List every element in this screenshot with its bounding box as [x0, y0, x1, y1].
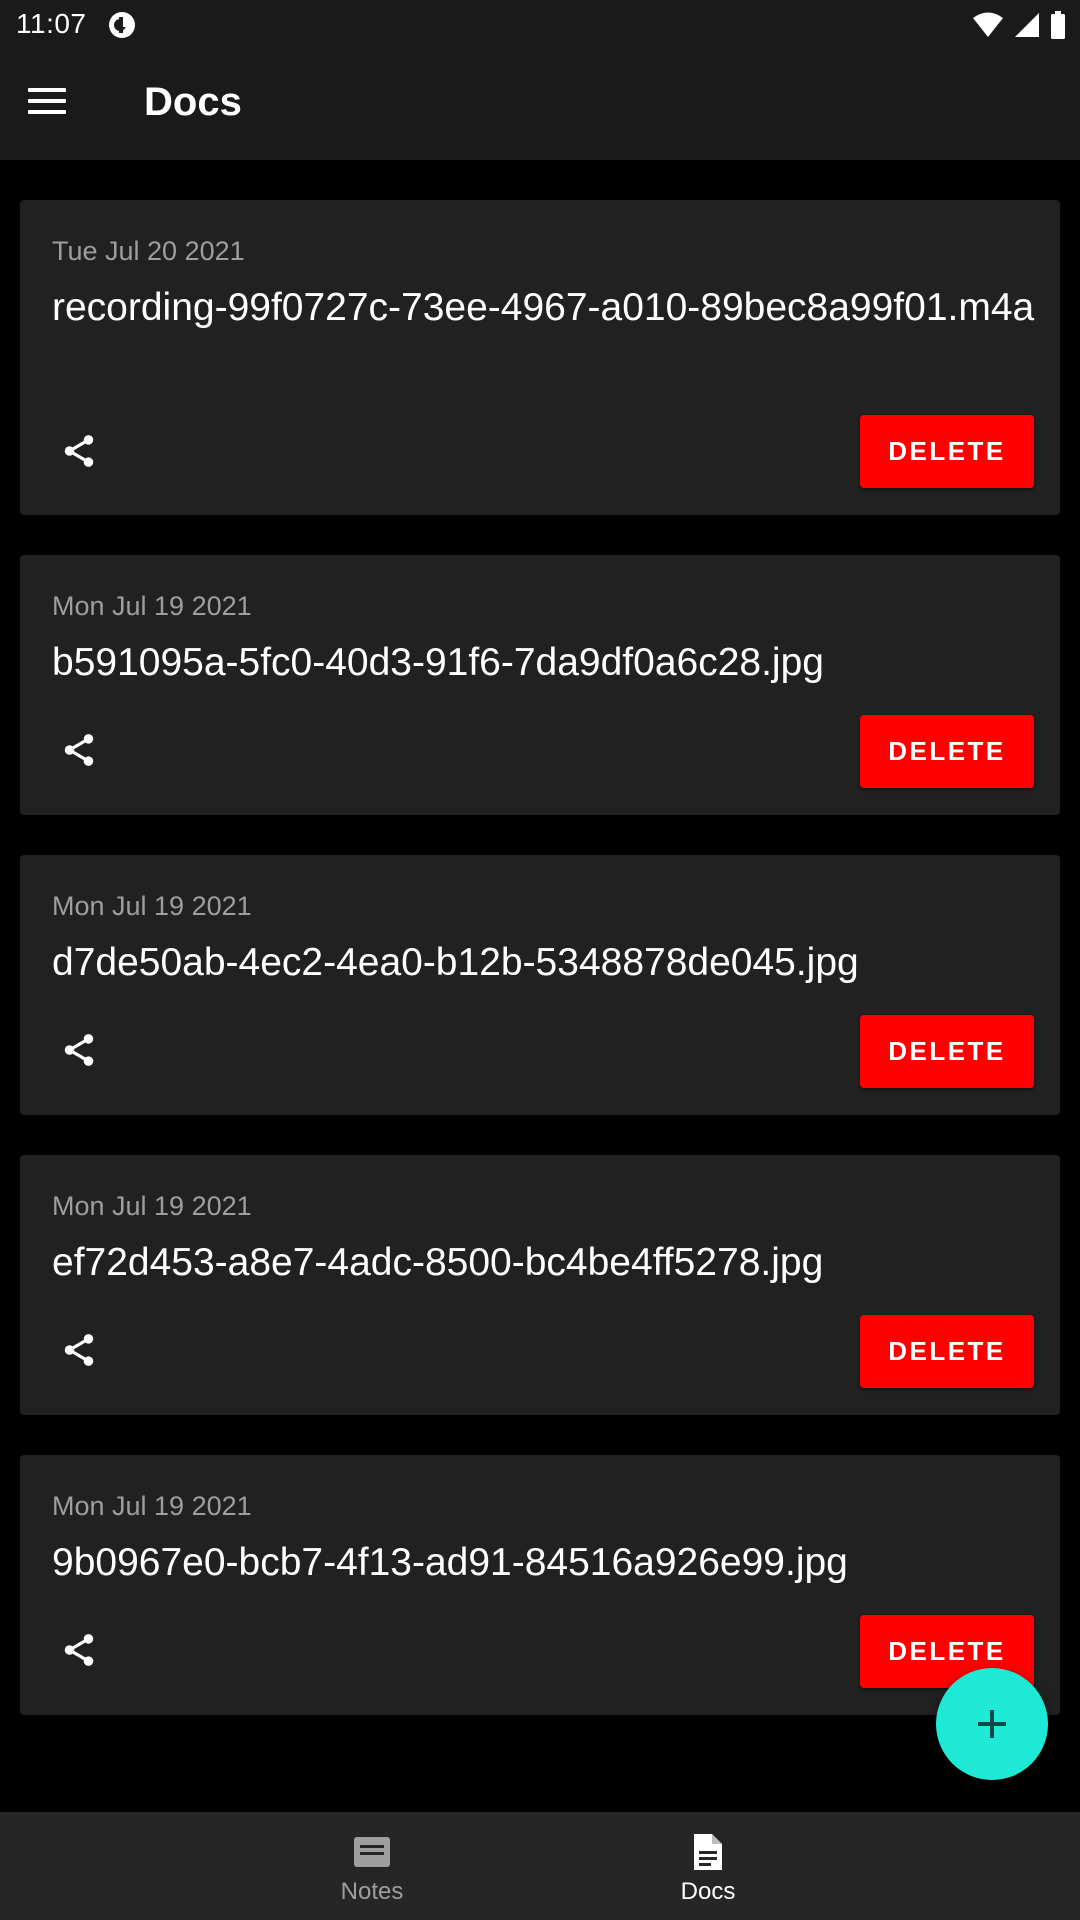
doc-filename: 9b0967e0-bcb7-4f13-ad91-84516a926e99.jpg: [52, 1541, 848, 1584]
doc-date: Mon Jul 19 2021: [52, 891, 252, 921]
status-bar: 11:07: [0, 0, 1080, 50]
bottom-nav: Notes Docs: [0, 1812, 1080, 1920]
doc-date: Tue Jul 20 2021: [52, 236, 245, 266]
doc-filename: ef72d453-a8e7-4adc-8500-bc4be4ff5278.jpg: [52, 1241, 824, 1284]
doc-filename: b591095a-5fc0-40d3-91f6-7da9df0a6c28.jpg: [52, 641, 824, 684]
nav-label-notes: Notes: [340, 1878, 404, 1905]
share-icon[interactable]: [60, 1331, 98, 1369]
delete-button[interactable]: DELETE: [860, 715, 1034, 788]
share-icon[interactable]: [60, 1031, 98, 1069]
wifi-icon: [973, 12, 1003, 37]
nav-item-docs[interactable]: Docs: [558, 1812, 858, 1920]
page-title: Docs: [144, 80, 242, 124]
doc-card: Tue Jul 20 2021 recording-99f0727c-73ee-…: [20, 200, 1060, 515]
nav-item-notes[interactable]: Notes: [222, 1812, 522, 1920]
doc-card: Mon Jul 19 2021 9b0967e0-bcb7-4f13-ad91-…: [20, 1455, 1060, 1715]
status-time: 11:07: [16, 8, 87, 39]
doc-filename: recording-99f0727c-73ee-4967-a010-89bec8…: [52, 286, 1035, 329]
hamburger-menu-icon[interactable]: [28, 88, 68, 118]
docs-icon: [694, 1834, 722, 1870]
doc-filename: d7de50ab-4ec2-4ea0-b12b-5348878de045.jpg: [52, 941, 859, 984]
add-doc-fab[interactable]: [936, 1668, 1048, 1780]
battery-icon: [1051, 11, 1065, 39]
doc-date: Mon Jul 19 2021: [52, 1491, 252, 1521]
signal-icon: [1015, 13, 1039, 37]
doc-date: Mon Jul 19 2021: [52, 591, 252, 621]
notes-icon: [354, 1837, 390, 1867]
share-icon[interactable]: [60, 1631, 98, 1669]
delete-button[interactable]: DELETE: [860, 415, 1034, 488]
delete-button[interactable]: DELETE: [860, 1015, 1034, 1088]
app-bar: Docs: [0, 50, 1080, 160]
doc-date: Mon Jul 19 2021: [52, 1191, 252, 1221]
app-notification-icon: [109, 12, 135, 38]
app-screen: 11:07 Docs Tue Jul 20 2021 recording-99f…: [0, 0, 1080, 1920]
nav-label-docs: Docs: [680, 1878, 736, 1905]
share-icon[interactable]: [60, 432, 98, 470]
doc-card: Mon Jul 19 2021 b591095a-5fc0-40d3-91f6-…: [20, 555, 1060, 815]
doc-card: Mon Jul 19 2021 ef72d453-a8e7-4adc-8500-…: [20, 1155, 1060, 1415]
status-icons: [972, 10, 1066, 40]
doc-card: Mon Jul 19 2021 d7de50ab-4ec2-4ea0-b12b-…: [20, 855, 1060, 1115]
share-icon[interactable]: [60, 731, 98, 769]
delete-button[interactable]: DELETE: [860, 1315, 1034, 1388]
